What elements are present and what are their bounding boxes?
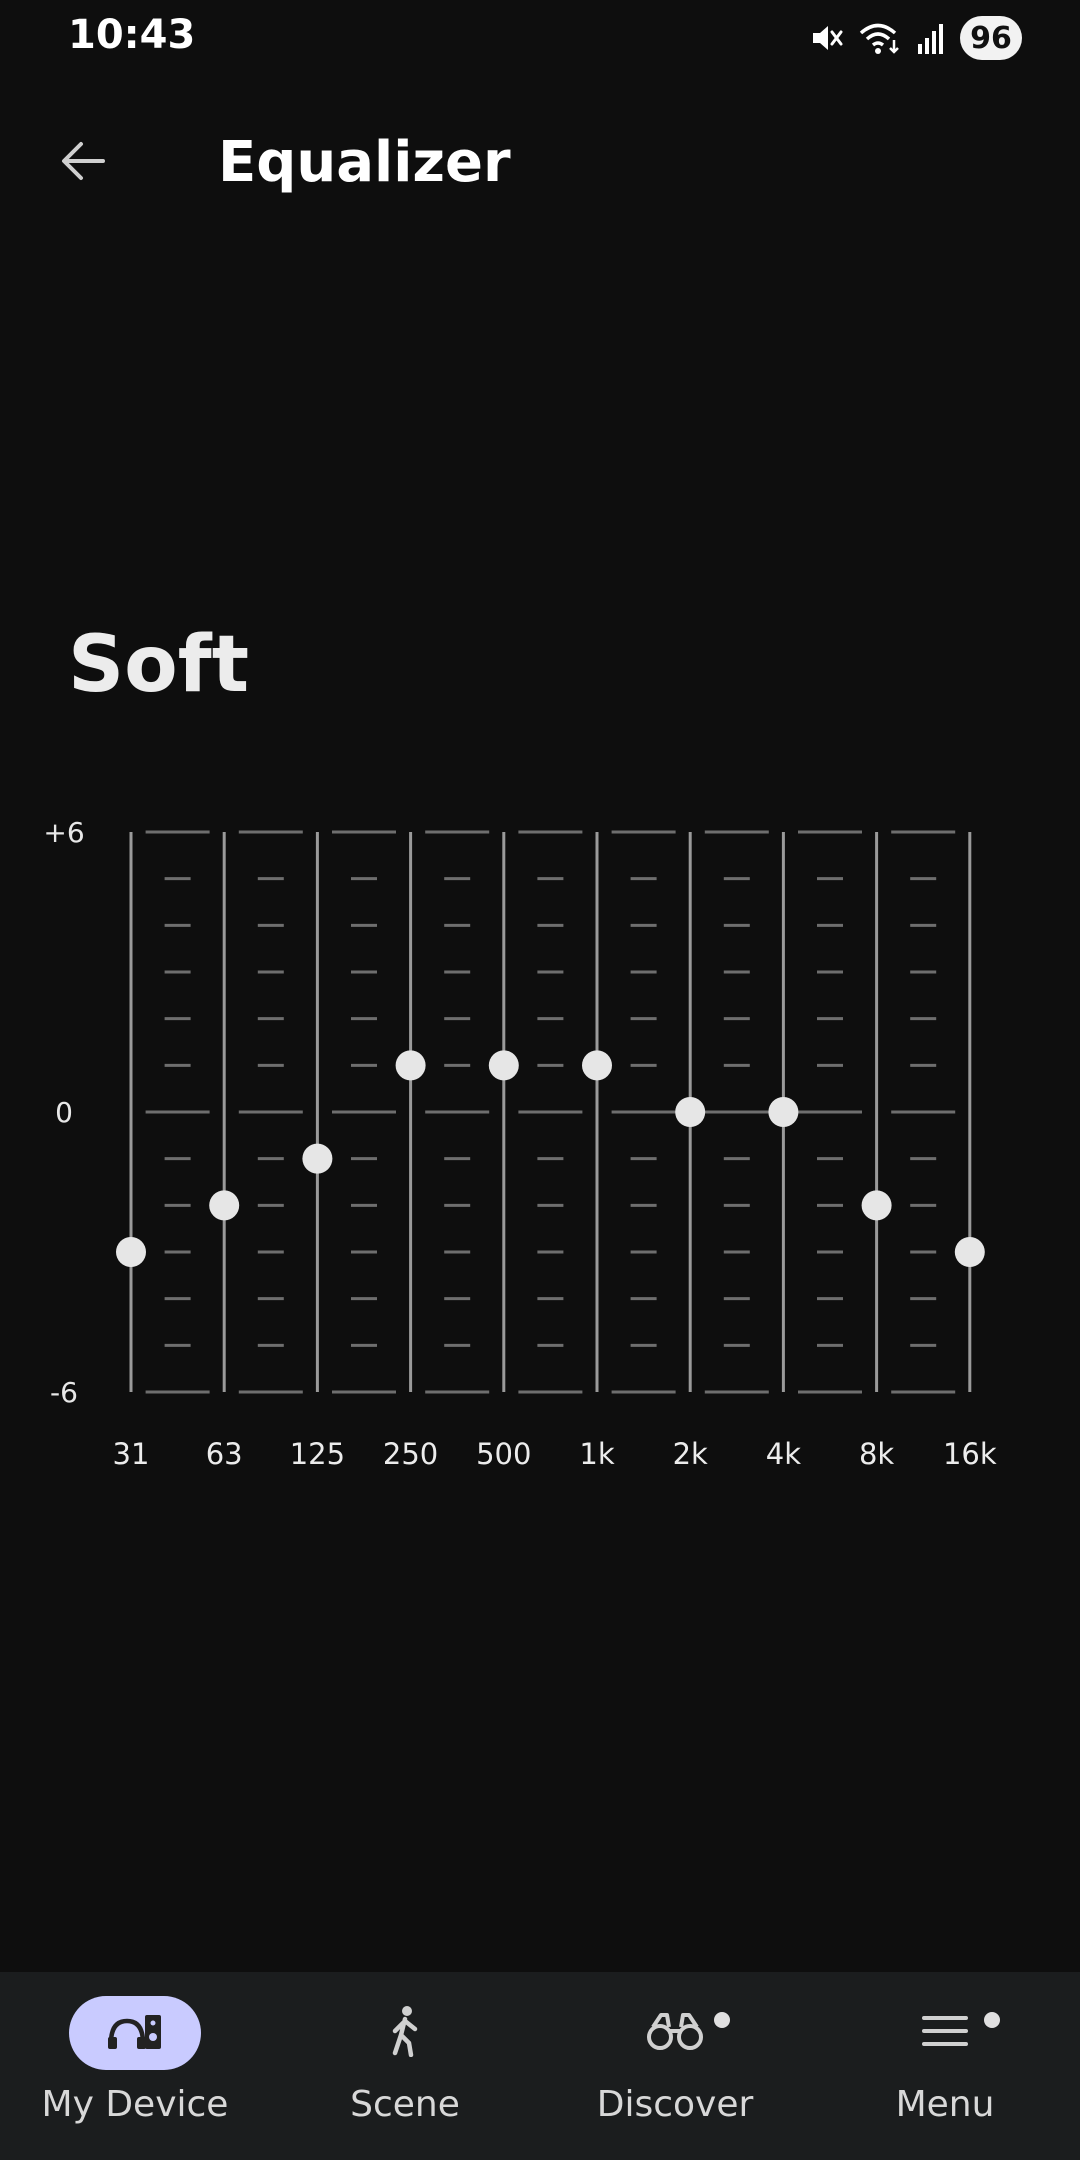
status-time: 10:43 [68, 12, 196, 58]
eq-scale-label: 0 [55, 1096, 73, 1129]
eq-band-slider-knob[interactable] [768, 1097, 799, 1127]
nav-active-pill [69, 1996, 201, 2070]
eq-band-slider-knob[interactable] [209, 1190, 240, 1221]
nav-menu[interactable]: Menu [810, 1972, 1080, 2160]
app-bar: Equalizer [0, 110, 1080, 210]
preset-name: Soft [68, 620, 249, 710]
nav-scene[interactable]: Scene [270, 1972, 540, 2160]
bottom-navigation: My Device Scene Discover Menu [0, 1972, 1080, 2160]
nav-discover[interactable]: Discover [540, 1972, 810, 2160]
mute-icon [808, 20, 844, 56]
status-icons: 96 [808, 14, 1022, 62]
battery-indicator: 96 [960, 16, 1022, 60]
eq-band-slider-knob[interactable] [116, 1237, 146, 1267]
nav-label: Scene [350, 2084, 460, 2125]
eq-band-slider-knob[interactable] [488, 1050, 519, 1081]
eq-band-label: 16k [943, 1437, 997, 1471]
notification-dot [984, 2012, 1000, 2028]
signal-icon [916, 20, 946, 56]
back-button[interactable] [48, 128, 118, 198]
arrow-left-icon [55, 133, 111, 193]
eq-scale-label: +6 [43, 816, 84, 849]
device-icon [105, 2009, 165, 2057]
equalizer-screen: 10:43 96 Equalizer Soft +6 0 -6 31 63 12… [0, 0, 1080, 2160]
eq-scale-label: -6 [50, 1376, 78, 1409]
eq-band-label: 4k [766, 1437, 801, 1471]
hamburger-menu-icon [921, 2013, 969, 2053]
eq-band-slider-knob[interactable] [582, 1050, 612, 1081]
eq-band-label: 250 [383, 1437, 438, 1471]
nav-label: Discover [596, 2084, 754, 2125]
eq-band-label: 1k [579, 1437, 614, 1471]
notification-dot [714, 2012, 730, 2028]
eq-band-label: 125 [290, 1437, 345, 1471]
nav-label: My Device [41, 2084, 229, 2125]
status-bar: 10:43 96 [0, 0, 1080, 80]
walking-person-icon [387, 2005, 423, 2061]
binoculars-icon [645, 2011, 705, 2055]
page-title: Equalizer [218, 130, 511, 195]
eq-band-label: 31 [113, 1437, 150, 1471]
eq-band-label: 2k [673, 1437, 708, 1471]
eq-band-slider-knob[interactable] [954, 1237, 985, 1267]
eq-band-label: 63 [206, 1437, 243, 1471]
eq-band-label: 8k [859, 1437, 894, 1471]
equalizer-panel: +6 0 -6 31 63 125 250 500 1k 2k 4k 8k 16k [0, 800, 1080, 1500]
eq-band-slider-knob[interactable] [395, 1050, 426, 1081]
nav-label: Menu [895, 2084, 995, 2125]
equalizer-graph: +6 0 -6 31 63 125 250 500 1k 2k 4k 8k 16k [43, 816, 997, 1471]
eq-band-slider-knob[interactable] [861, 1190, 892, 1221]
eq-band-slider-knob[interactable] [675, 1097, 706, 1127]
eq-band-slider-knob[interactable] [302, 1143, 333, 1174]
wifi-icon [858, 20, 902, 56]
nav-my-device[interactable]: My Device [0, 1972, 270, 2160]
eq-band-label: 500 [476, 1437, 531, 1471]
